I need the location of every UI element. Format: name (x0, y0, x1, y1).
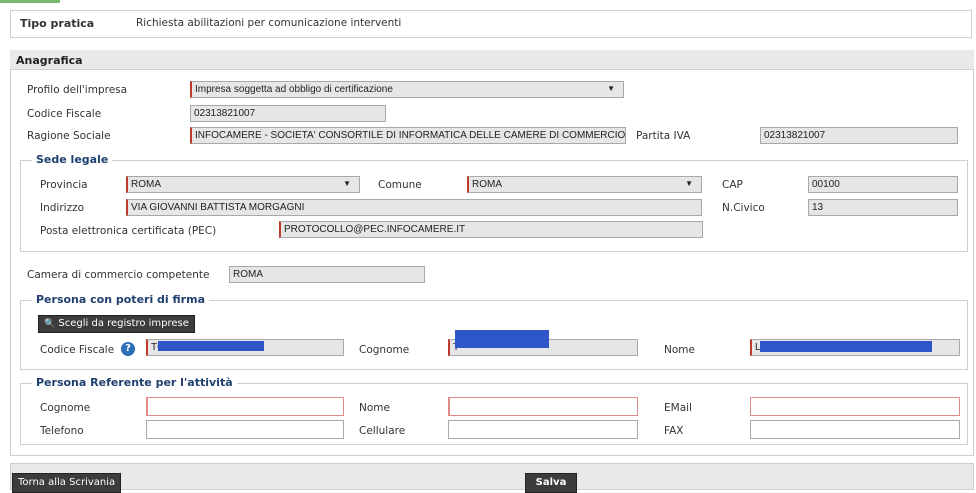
chevron-down-icon: ▼ (685, 179, 693, 188)
torna-scrivania-button[interactable]: Torna alla Scrivania (12, 473, 122, 493)
ref-nome-input[interactable] (448, 397, 638, 416)
referente-title: Persona Referente per l'attività (32, 376, 237, 389)
provincia-label: Provincia (40, 179, 88, 191)
firma-nome-label: Nome (664, 344, 695, 356)
scegli-registro-button[interactable]: 🔍 Scegli da registro imprese (38, 315, 195, 333)
ref-cellulare-input[interactable] (448, 420, 638, 439)
ref-cognome-label: Cognome (40, 402, 91, 414)
profilo-label: Profilo dell'impresa (27, 84, 128, 96)
profilo-value: Impresa soggetta ad obbligo di certifica… (195, 84, 393, 95)
anagrafica-title: Anagrafica (16, 54, 83, 67)
ref-email-input[interactable] (750, 397, 960, 416)
ref-cognome-input[interactable] (146, 397, 344, 416)
tipo-pratica-value: Richiesta abilitazioni per comunicazione… (136, 17, 402, 29)
search-icon: 🔍 (44, 319, 56, 329)
pec-label: Posta elettronica certificata (PEC) (40, 225, 217, 237)
civico-field: 13 (808, 199, 958, 216)
tipo-pratica-label: Tipo pratica (20, 17, 95, 30)
ref-fax-label: FAX (664, 425, 684, 437)
ragione-field: INFOCAMERE - SOCIETA' CONSORTILE DI INFO… (190, 127, 626, 144)
ref-nome-label: Nome (359, 402, 390, 414)
provincia-select[interactable]: ROMA ▼ (126, 176, 360, 193)
ref-cellulare-label: Cellulare (359, 425, 406, 437)
camera-field: ROMA (229, 266, 425, 283)
indirizzo-label: Indirizzo (40, 202, 85, 214)
sede-title: Sede legale (32, 153, 113, 166)
ref-email-label: EMail (664, 402, 692, 414)
firma-title: Persona con poteri di firma (32, 293, 209, 306)
firma-cf-label: Codice Fiscale (40, 344, 115, 356)
camera-label: Camera di commercio competente (27, 269, 210, 281)
salva-button[interactable]: Salva (525, 473, 577, 493)
chevron-down-icon: ▼ (607, 84, 615, 93)
top-banner-fragment (0, 0, 60, 3)
chevron-down-icon: ▼ (343, 179, 351, 188)
civico-label: N.Civico (722, 202, 765, 214)
profilo-select[interactable]: Impresa soggetta ad obbligo di certifica… (190, 81, 624, 98)
scegli-registro-label: Scegli da registro imprese (58, 318, 189, 329)
help-icon[interactable]: ? (121, 342, 135, 356)
anagrafica-header (10, 50, 974, 70)
comune-select[interactable]: ROMA ▼ (467, 176, 702, 193)
indirizzo-field: VIA GIOVANNI BATTISTA MORGAGNI (126, 199, 702, 216)
piva-field: 02313821007 (760, 127, 958, 144)
ref-telefono-input[interactable] (146, 420, 344, 439)
cf-field: 02313821007 (190, 105, 386, 122)
firma-cognome-label: Cognome (359, 344, 410, 356)
ref-fax-input[interactable] (750, 420, 960, 439)
cf-label: Codice Fiscale (27, 108, 102, 120)
provincia-value: ROMA (131, 179, 161, 190)
comune-value: ROMA (472, 179, 502, 190)
piva-label: Partita IVA (636, 130, 691, 142)
cap-field: 00100 (808, 176, 958, 193)
redaction-bar (455, 330, 549, 348)
ref-telefono-label: Telefono (40, 425, 84, 437)
ragione-label: Ragione Sociale (27, 130, 111, 142)
redaction-bar (760, 341, 932, 352)
comune-label: Comune (378, 179, 422, 191)
pec-field: PROTOCOLLO@PEC.INFOCAMERE.IT (279, 221, 703, 238)
redaction-bar (158, 341, 264, 351)
cap-label: CAP (722, 179, 743, 191)
footer-bar (10, 463, 974, 490)
